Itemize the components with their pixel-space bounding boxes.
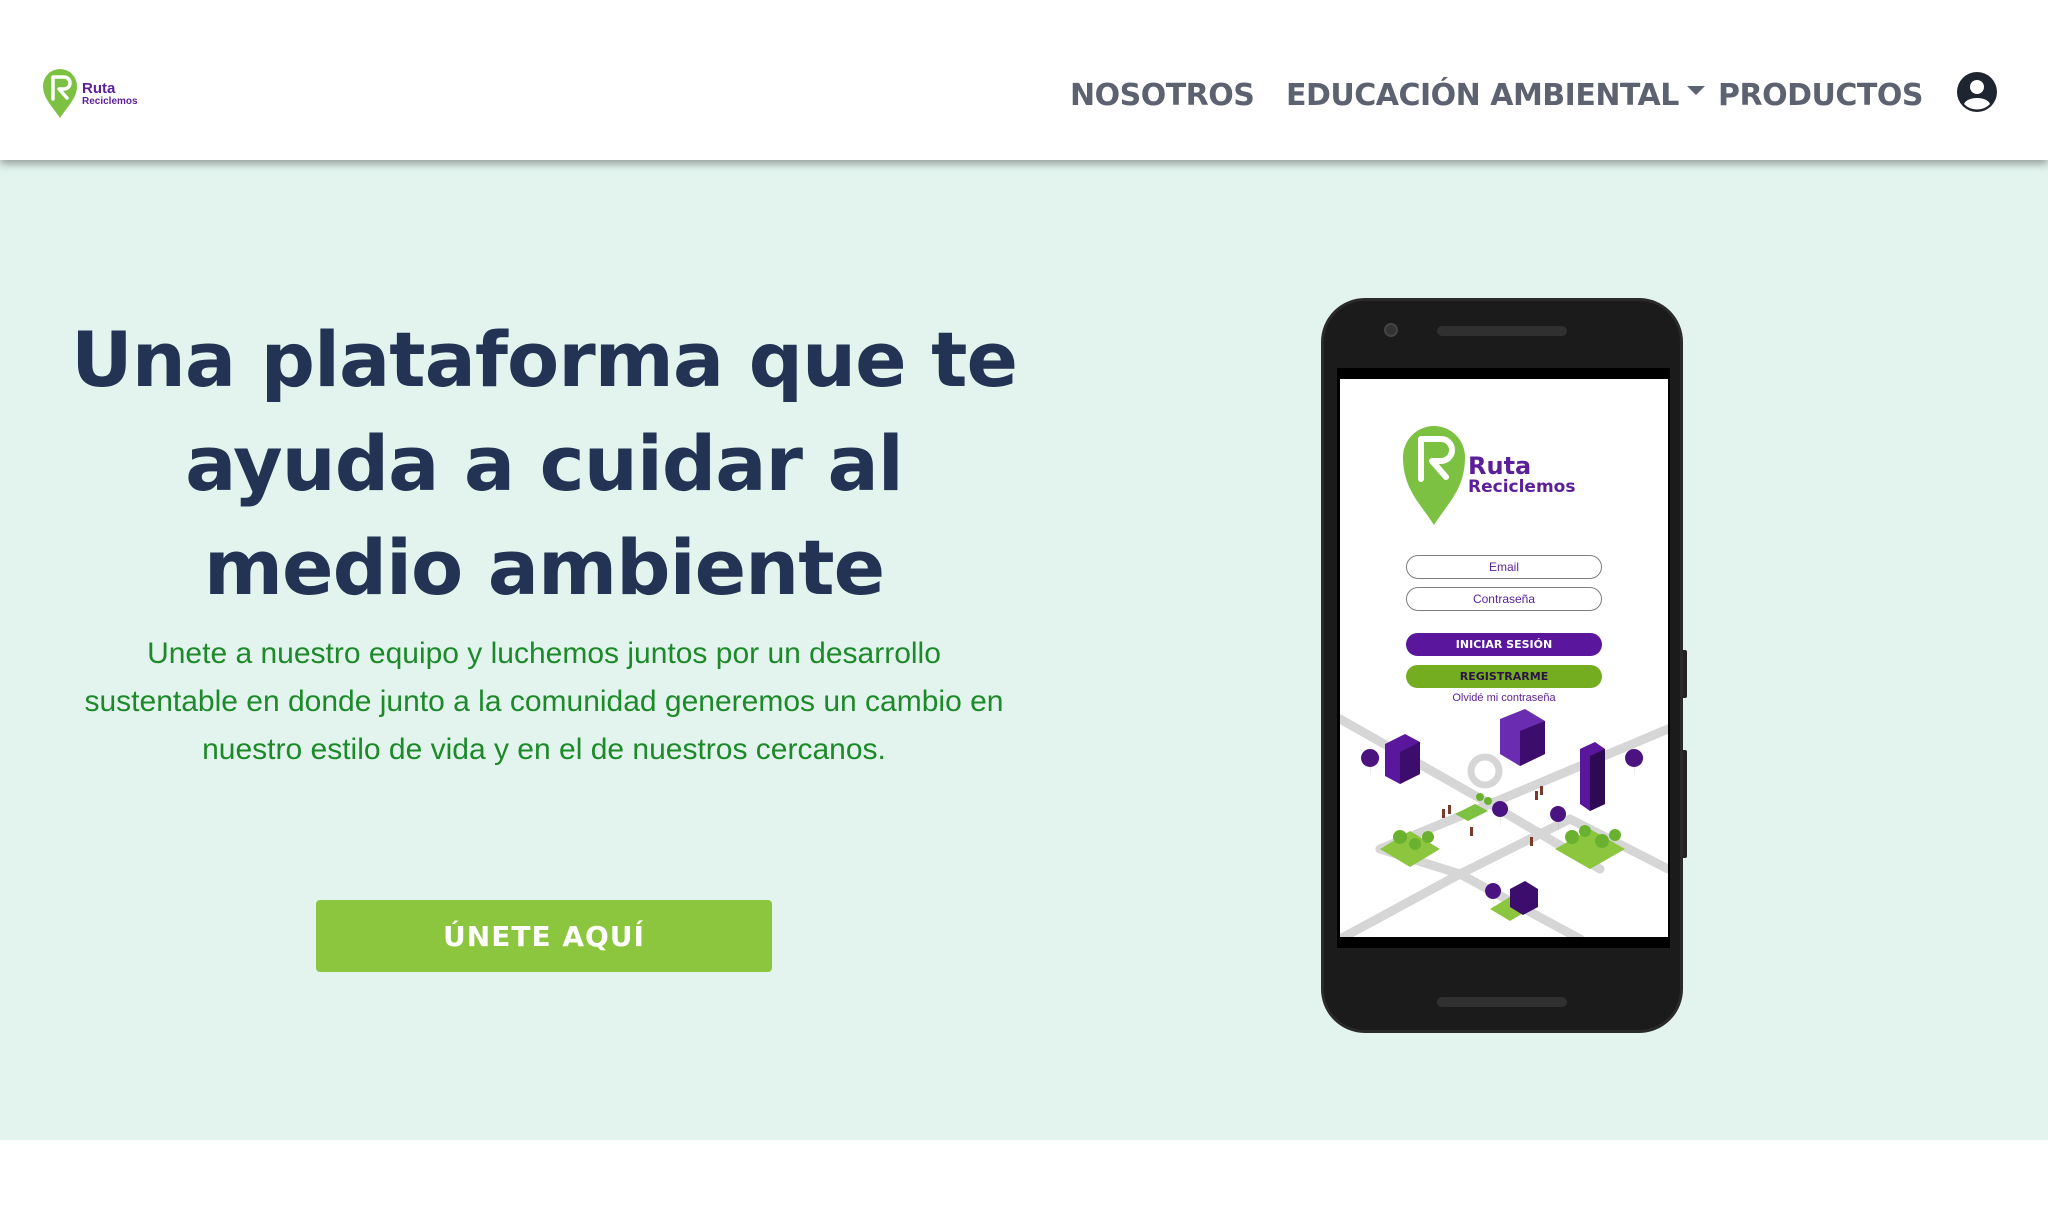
hero-subtitle: Unete a nuestro equipo y luchemos juntos… — [84, 637, 1004, 766]
city-map-illustration — [1340, 709, 1668, 937]
app-logo-name: Ruta Reciclemos — [1468, 454, 1575, 496]
nav-link-educacion-label: EDUCACIÓN AMBIENTAL — [1286, 78, 1679, 113]
page-bottom-area — [0, 1140, 2048, 1216]
phone-speaker-top — [1437, 326, 1567, 336]
brand-name: Ruta Reciclemos — [82, 81, 138, 107]
app-logo-line2: Reciclemos — [1468, 477, 1576, 497]
join-button[interactable]: ÚNETE AQUÍ — [316, 900, 772, 972]
nav-link-educacion-ambiental[interactable]: EDUCACIÓN AMBIENTAL — [1286, 78, 1705, 113]
user-circle-icon[interactable] — [1957, 72, 1997, 112]
app-logo-line1: Ruta — [1468, 452, 1532, 480]
brand-name-line1: Ruta — [82, 80, 116, 97]
hero-title: Una plataforma que te ayuda a cuidar al … — [71, 315, 1018, 612]
phone-mockup: Ruta Reciclemos Email Contraseña INICIAR… — [1321, 298, 1683, 1033]
app-register-button: REGISTRARME — [1406, 665, 1602, 688]
brand-name-line2: Reciclemos — [82, 96, 138, 107]
phone-camera — [1384, 323, 1398, 337]
app-logo: Ruta Reciclemos — [1402, 423, 1575, 527]
nav-link-nosotros[interactable]: NOSOTROS — [1070, 78, 1255, 113]
app-password-field: Contraseña — [1406, 587, 1602, 611]
app-email-field: Email — [1406, 555, 1602, 579]
brand-logo[interactable]: Ruta Reciclemos — [42, 68, 138, 120]
navbar: Ruta Reciclemos NOSOTROS EDUCACIÓN AMBIE… — [0, 0, 2048, 160]
caret-down-icon — [1686, 86, 1705, 95]
ruta-reciclemos-logo-icon — [43, 69, 77, 118]
phone-speaker-bottom — [1437, 997, 1567, 1007]
phone-screen: Ruta Reciclemos Email Contraseña INICIAR… — [1340, 379, 1668, 937]
hero-section: Una plataforma que te ayuda a cuidar al … — [0, 160, 2048, 1140]
app-forgot-password-link: Olvidé mi contraseña — [1452, 692, 1556, 704]
nav-link-productos[interactable]: PRODUCTOS — [1718, 78, 1923, 113]
app-logo-icon — [1403, 426, 1465, 525]
app-login-button: INICIAR SESIÓN — [1406, 633, 1602, 656]
